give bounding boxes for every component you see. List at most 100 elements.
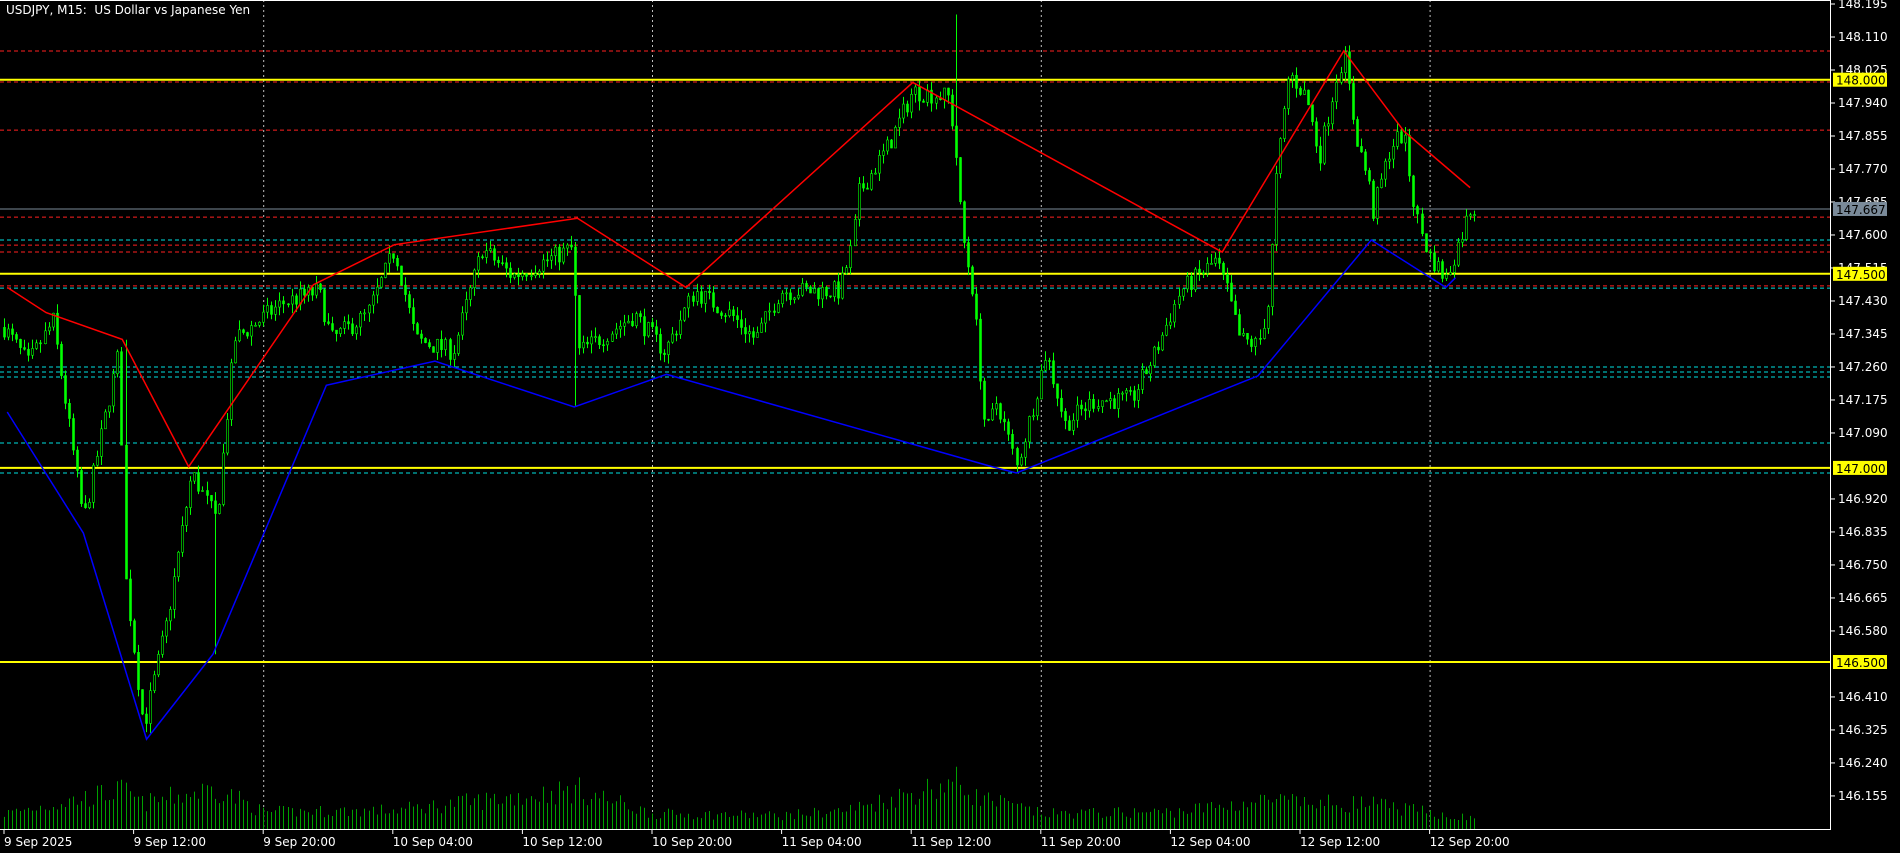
- candle-body: [809, 286, 812, 294]
- candle-body: [173, 576, 176, 610]
- candle-body: [1340, 72, 1343, 83]
- candle-body: [64, 375, 67, 404]
- candle-body: [801, 283, 804, 296]
- candle-body: [1024, 441, 1027, 458]
- candle-body: [201, 490, 204, 492]
- candle-body: [910, 94, 913, 113]
- candle: [1161, 332, 1164, 352]
- candle-body: [1408, 134, 1411, 177]
- price-tick-label: 147.770: [1838, 162, 1888, 176]
- candle-body: [266, 305, 269, 313]
- candle-body: [886, 139, 889, 152]
- candle: [858, 177, 861, 227]
- candle-body: [866, 187, 869, 190]
- candle-body: [440, 338, 443, 350]
- candle-body: [76, 449, 79, 471]
- candle: [141, 689, 144, 716]
- candle: [234, 336, 237, 364]
- candle-body: [424, 338, 427, 343]
- candle-body: [1056, 383, 1059, 399]
- candle-body: [926, 89, 929, 103]
- candle-body: [509, 267, 512, 278]
- candle-body: [894, 127, 897, 149]
- candle: [683, 306, 686, 322]
- candle-body: [906, 103, 909, 113]
- time-tick-label: 9 Sep 20:00: [263, 835, 335, 849]
- candle-body: [258, 321, 261, 326]
- candle-body: [995, 403, 998, 410]
- price-tick-label: 147.855: [1838, 129, 1888, 143]
- candle-body: [829, 295, 832, 298]
- candle-body: [1360, 146, 1363, 153]
- candle-body: [1299, 88, 1302, 95]
- candle-body: [849, 245, 852, 268]
- candle-body: [315, 283, 318, 296]
- candle-body: [311, 286, 314, 296]
- candle-body: [1137, 389, 1140, 401]
- candle-body: [210, 495, 213, 502]
- candle-body: [287, 303, 290, 306]
- candle-body: [222, 452, 225, 505]
- candle-body: [789, 292, 792, 300]
- candle-body: [1202, 272, 1205, 275]
- candle-body: [1040, 370, 1043, 400]
- candle-body: [1097, 406, 1100, 409]
- candle-body: [602, 344, 605, 347]
- candle-body: [1441, 261, 1444, 279]
- candle-body: [764, 311, 767, 324]
- candle-body: [481, 256, 484, 259]
- candle-body: [1267, 306, 1270, 329]
- candle-body: [1352, 83, 1355, 120]
- price-tick-label: 146.240: [1838, 756, 1888, 770]
- candle-body: [902, 103, 905, 119]
- candle-body: [1368, 170, 1371, 182]
- candle: [380, 275, 383, 289]
- candle-body: [489, 248, 492, 251]
- candle-body: [683, 307, 686, 321]
- candle-body: [1105, 400, 1108, 403]
- candle-body: [368, 304, 371, 314]
- candle-body: [384, 262, 387, 278]
- candle: [226, 412, 229, 456]
- candle: [647, 321, 650, 338]
- candle-body: [517, 273, 520, 277]
- candle-body: [1445, 274, 1448, 279]
- candle-body: [959, 157, 962, 203]
- candle: [424, 337, 427, 344]
- price-tick-label: 147.260: [1838, 360, 1888, 374]
- candle-body: [1007, 421, 1010, 435]
- price-tick-label: 146.750: [1838, 558, 1888, 572]
- candle-body: [60, 343, 63, 376]
- candle-body: [594, 336, 597, 338]
- candle-body: [218, 504, 221, 514]
- candle-body: [165, 620, 168, 637]
- candle-body: [878, 155, 881, 174]
- candle-body: [534, 273, 537, 276]
- candle-body: [837, 281, 840, 299]
- candle-body: [1307, 89, 1310, 106]
- candle-body: [116, 351, 119, 375]
- candle: [177, 550, 180, 582]
- candle-body: [137, 652, 140, 690]
- candle-body: [319, 283, 322, 290]
- candle-body: [1433, 252, 1436, 272]
- candle: [457, 332, 460, 356]
- candle-body: [1214, 257, 1217, 264]
- price-chart[interactable]: 148.195148.110148.025147.940147.855147.7…: [0, 0, 1900, 853]
- candle-body: [1178, 295, 1181, 305]
- candle-body: [469, 287, 472, 300]
- candle-body: [554, 246, 557, 257]
- candle: [1352, 76, 1355, 125]
- candle-body: [550, 255, 553, 261]
- candle-body: [1275, 173, 1278, 245]
- candle-body: [3, 327, 6, 338]
- candle-body: [88, 501, 91, 508]
- candle-body: [1121, 392, 1124, 395]
- candle-body: [84, 503, 87, 508]
- candle-body: [1052, 360, 1055, 385]
- candle-body: [667, 341, 670, 355]
- candle-body: [1319, 145, 1322, 164]
- candle-body: [870, 173, 873, 190]
- candle-body: [274, 306, 277, 315]
- candle-body: [432, 346, 435, 353]
